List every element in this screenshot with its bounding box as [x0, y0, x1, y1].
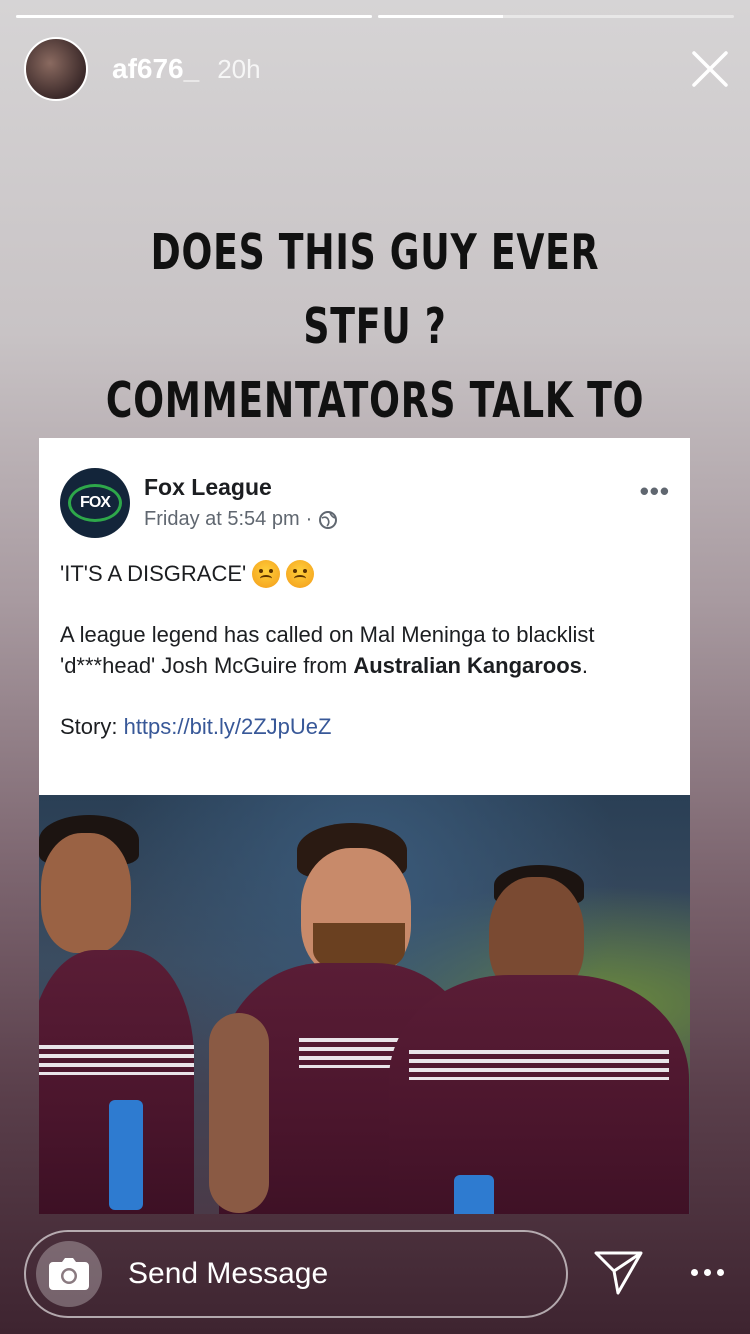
player-right	[389, 865, 689, 1214]
message-placeholder: Send Message	[128, 1257, 329, 1290]
shared-post-card: FOX Fox League Friday at 5:54 pm · ••• '…	[39, 438, 690, 1214]
progress-segment-1	[16, 15, 372, 18]
post-meta: Friday at 5:54 pm ·	[144, 508, 338, 531]
page-name[interactable]: Fox League	[144, 474, 272, 501]
angry-face-emoji-icon	[286, 559, 315, 588]
post-time: Friday at 5:54 pm	[144, 508, 300, 530]
post-paragraph: A league legend has called on Mal Mening…	[60, 619, 670, 681]
globe-icon	[319, 510, 338, 529]
body-end: .	[581, 653, 589, 678]
username[interactable]: af676_	[112, 53, 199, 85]
water-bottle	[454, 1175, 494, 1214]
story-reply-bar: Send Message	[24, 1230, 730, 1318]
angry-face-emoji-icon	[252, 559, 281, 588]
post-headline: 'IT'S A DISGRACE'	[60, 558, 670, 589]
user-avatar[interactable]	[24, 37, 88, 101]
story-line: Story: https://bit.ly/2ZJpUeZ	[60, 711, 670, 742]
close-icon[interactable]	[690, 49, 730, 89]
story-progress-bar	[16, 15, 734, 18]
post-photo[interactable]	[39, 795, 690, 1214]
more-options-icon[interactable]	[684, 1260, 730, 1284]
more-options-icon[interactable]: •••	[640, 476, 670, 507]
post-text: 'IT'S A DISGRACE' A league legend has ca…	[60, 558, 670, 742]
story-link[interactable]: https://bit.ly/2ZJpUeZ	[124, 714, 332, 739]
body-bold-text: Australian Kangaroos	[353, 653, 582, 678]
story-header: af676_ 20h	[24, 37, 730, 101]
headline-text: 'IT'S A DISGRACE'	[60, 561, 247, 586]
paper-plane-icon[interactable]	[594, 1250, 644, 1296]
water-bottle	[109, 1100, 143, 1210]
camera-icon	[49, 1258, 89, 1290]
story-timestamp: 20h	[217, 53, 261, 84]
progress-segment-2	[378, 15, 734, 18]
logo-text: FOX	[80, 494, 111, 511]
send-message-field[interactable]: Send Message	[24, 1230, 568, 1318]
story-label: Story:	[60, 714, 124, 739]
meta-separator: ·	[305, 508, 313, 530]
post-header: FOX Fox League Friday at 5:54 pm · •••	[60, 468, 670, 542]
camera-button[interactable]	[36, 1241, 102, 1307]
fox-league-logo[interactable]: FOX	[60, 468, 130, 538]
